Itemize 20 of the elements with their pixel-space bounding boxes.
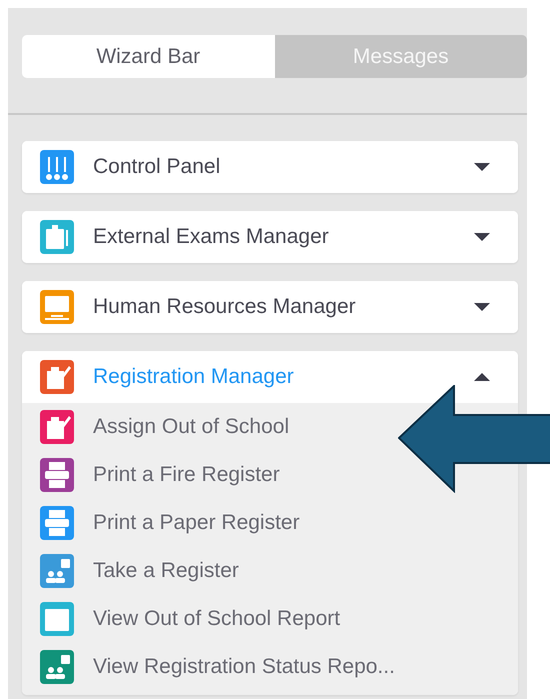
- menu-item[interactable]: View Registration Status Repo...: [22, 643, 401, 691]
- menu-item[interactable]: View Out of School Report: [22, 595, 346, 643]
- tab[interactable]: Wizard Bar: [22, 35, 274, 78]
- module-header[interactable]: Human Resources Manager: [22, 281, 518, 333]
- menu-item[interactable]: Take a Register: [22, 547, 245, 595]
- module-title: External Exams Manager: [93, 225, 330, 249]
- menu-item[interactable]: Print a Paper Register: [22, 499, 306, 547]
- module-header[interactable]: Registration Manager: [22, 351, 518, 403]
- module-title: Human Resources Manager: [93, 295, 357, 319]
- caret-icon: [474, 233, 490, 241]
- module-header[interactable]: External Exams Manager: [22, 211, 518, 263]
- module-title: Registration Manager: [93, 365, 295, 389]
- caret-icon: [474, 163, 490, 171]
- menu-item[interactable]: Print a Fire Register: [22, 451, 286, 499]
- module-title: Control Panel: [93, 155, 222, 179]
- module-header[interactable]: Control Panel: [22, 141, 518, 193]
- arrow-icon: [398, 385, 550, 493]
- menu-item[interactable]: Assign Out of School: [22, 403, 296, 451]
- caret-icon: [474, 303, 490, 311]
- caret-icon: [474, 373, 490, 381]
